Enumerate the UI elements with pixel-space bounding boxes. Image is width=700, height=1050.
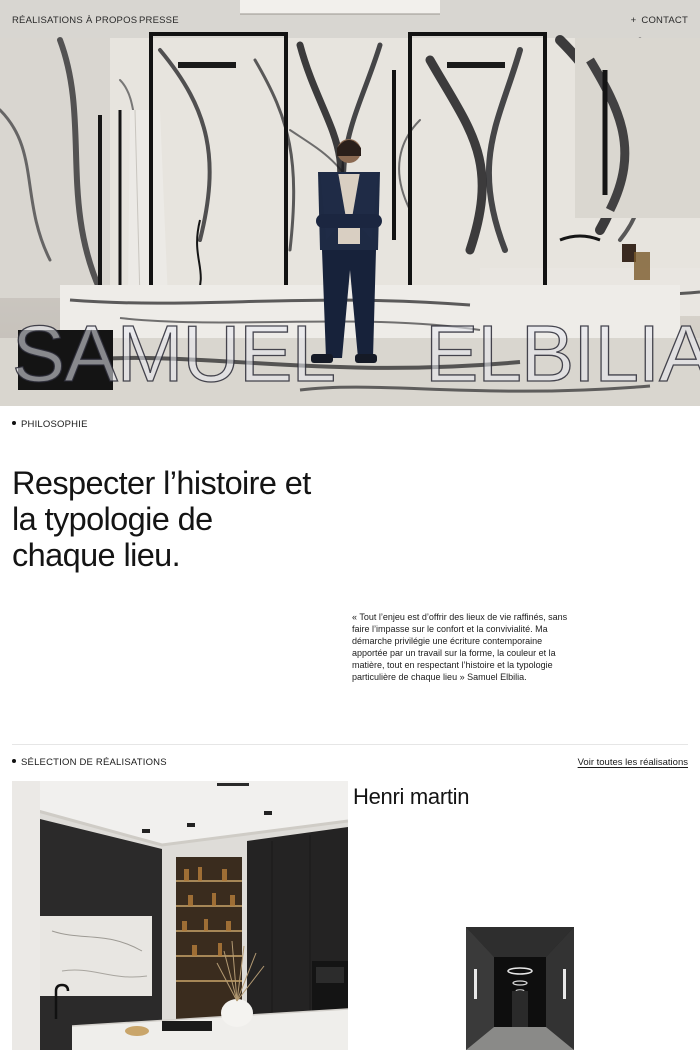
project-thumbnail-corridor[interactable]	[466, 927, 574, 1050]
see-all-projects-link[interactable]: Voir toutes les réalisations	[578, 757, 688, 768]
hero-last-name: ELBILIA	[424, 309, 700, 398]
plus-icon: +	[630, 15, 637, 26]
hero-name: SAMUEL ELBILIA	[11, 309, 700, 398]
nav-contact-label: Contact	[641, 15, 688, 26]
project-image-kitchen[interactable]	[12, 781, 348, 1050]
selection-label: Sélection de réalisations	[12, 757, 167, 768]
hero: Réalisations À propos Presse + Contact SA…	[0, 0, 700, 406]
project-title[interactable]: Henri martin	[353, 784, 470, 810]
philosophy-quote: « Tout l’enjeu est d’offrir des lieux de…	[352, 612, 568, 682]
philosophy-heading: Respecter l’histoire et la typologie de …	[12, 465, 311, 573]
kitchen-photo	[12, 781, 348, 1050]
selection-label-text: Sélection de réalisations	[21, 757, 167, 768]
bullet-icon	[12, 421, 16, 426]
philosophy-label-text: Philosophie	[21, 419, 88, 430]
philosophy-label: Philosophie	[12, 419, 88, 430]
nav-contact[interactable]: + Contact	[631, 15, 688, 26]
bullet-icon	[12, 759, 16, 764]
nav-a-propos[interactable]: À propos	[86, 15, 137, 26]
nav-presse[interactable]: Presse	[139, 15, 179, 26]
corridor-photo	[466, 927, 574, 1050]
nav-realisations[interactable]: Réalisations	[12, 15, 83, 26]
top-navigation: Réalisations À propos Presse + Contact	[0, 0, 700, 40]
section-divider	[12, 744, 688, 745]
hero-first-name: SAMUEL	[11, 309, 336, 398]
